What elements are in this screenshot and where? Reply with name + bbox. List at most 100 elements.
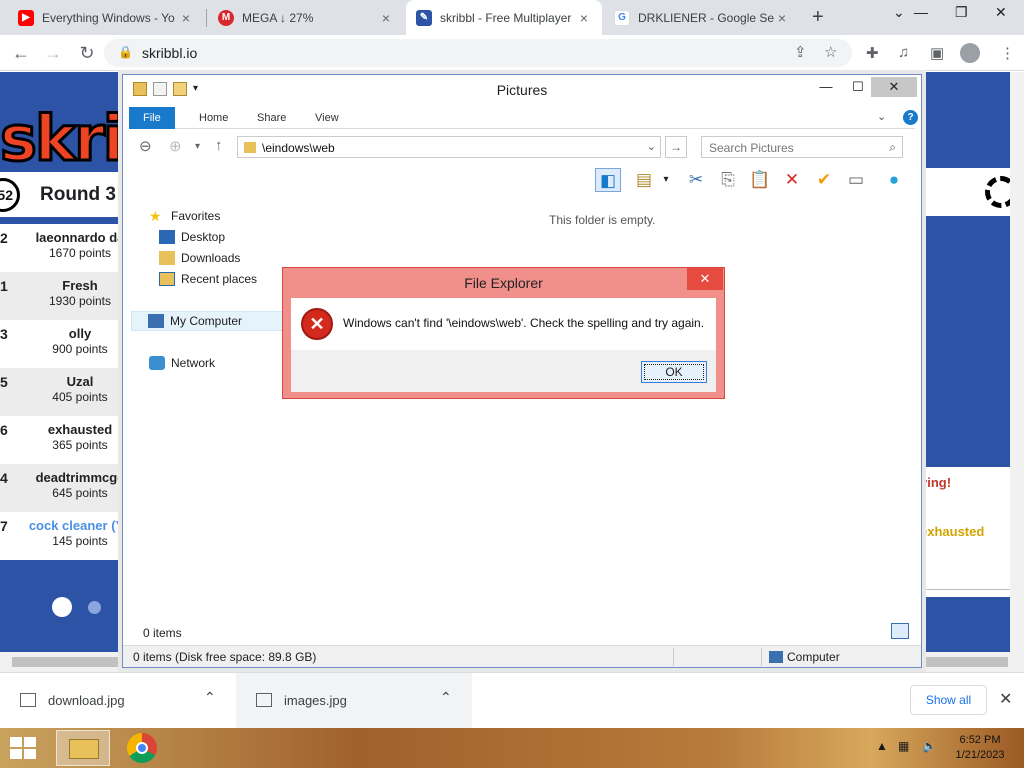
expand-ribbon-icon[interactable]: ⌄ bbox=[877, 110, 886, 123]
player-row[interactable]: 6 exhausted 365 points bbox=[0, 416, 125, 464]
media-control-icon[interactable]: ♫ bbox=[898, 44, 909, 61]
back-icon[interactable]: ⊖ bbox=[139, 137, 152, 155]
close-icon[interactable]: ✕ bbox=[999, 689, 1012, 709]
details-view-icon[interactable] bbox=[869, 623, 887, 639]
nav-desktop[interactable]: Desktop bbox=[159, 230, 225, 244]
maximize-icon[interactable]: ☐ bbox=[843, 77, 873, 97]
share-icon[interactable]: ⇪ bbox=[794, 43, 807, 61]
nav-label: Favorites bbox=[171, 209, 221, 223]
nav-label: Recent places bbox=[181, 272, 258, 286]
chrome-taskbar-icon[interactable] bbox=[116, 730, 170, 766]
cut-icon[interactable]: ✂ bbox=[683, 168, 709, 192]
tab-mega[interactable]: M MEGA ↓ 27% × bbox=[208, 0, 404, 35]
extensions-icon[interactable]: ✚ bbox=[866, 44, 879, 62]
side-panel-icon[interactable]: ▣ bbox=[930, 44, 944, 62]
tab-home[interactable]: Home bbox=[185, 107, 242, 129]
close-icon[interactable]: ✕ bbox=[871, 77, 917, 97]
player-row[interactable]: 1 Fresh 1930 points bbox=[0, 272, 125, 320]
chevron-up-icon[interactable]: ⌃ bbox=[204, 689, 216, 706]
chevron-down-icon[interactable]: ⌄ bbox=[647, 140, 656, 153]
nav-favorites[interactable]: ★ Favorites bbox=[149, 209, 220, 223]
windows-start-icon[interactable] bbox=[10, 737, 38, 759]
player-row[interactable]: 3 olly 900 points bbox=[0, 320, 125, 368]
player-row-self[interactable]: 7 cock cleaner (Yo 145 points bbox=[0, 512, 131, 560]
player-row[interactable]: 2 laeonnardo da 1670 points bbox=[0, 224, 125, 272]
close-tab-icon[interactable]: × bbox=[378, 10, 394, 26]
nav-label: Network bbox=[171, 356, 216, 370]
mega-icon: M bbox=[218, 9, 234, 26]
close-window-icon[interactable]: ✕ bbox=[995, 4, 1007, 21]
address-row: ⊖ ⊕ ▾ ↑ \eindows\web ⌄ → Search Pictures… bbox=[129, 133, 915, 161]
forward-icon[interactable]: → bbox=[40, 40, 66, 66]
system-clock[interactable]: 6:52 PM 1/21/2023 bbox=[948, 733, 1012, 763]
up-icon[interactable]: ↑ bbox=[215, 137, 223, 154]
nav-my-computer[interactable]: My Computer bbox=[131, 311, 289, 331]
download-item[interactable]: images.jpg ⌃ bbox=[236, 673, 472, 729]
forward-icon[interactable]: ⊕ bbox=[169, 137, 182, 155]
status-bar: 0 items (Disk free space: 89.8 GB) Compu… bbox=[123, 645, 921, 667]
nav-network[interactable]: Network bbox=[149, 356, 215, 370]
properties-card-icon[interactable]: ▭ bbox=[843, 168, 869, 192]
chevron-up-icon[interactable]: ⌃ bbox=[440, 689, 452, 706]
dialog-body: ✕ Windows can't find '\eindows\web'. Che… bbox=[291, 298, 716, 350]
tab-share[interactable]: Share bbox=[243, 107, 300, 129]
delete-icon[interactable]: ✕ bbox=[779, 168, 805, 192]
menu-icon[interactable]: ⋮ bbox=[1000, 44, 1015, 62]
copy-icon[interactable]: ⎘ bbox=[715, 168, 741, 192]
tab-view[interactable]: View bbox=[301, 107, 353, 129]
address-field[interactable]: \eindows\web ⌄ bbox=[237, 136, 661, 158]
preview-pane-icon[interactable]: ◧ bbox=[595, 168, 621, 192]
minimize-icon[interactable]: — bbox=[811, 77, 841, 97]
close-icon[interactable]: ✕ bbox=[687, 268, 723, 290]
download-item[interactable]: download.jpg ⌃ bbox=[0, 673, 236, 729]
rename-check-icon[interactable]: ✔ bbox=[811, 168, 837, 192]
reload-icon[interactable]: ↻ bbox=[74, 40, 100, 66]
large-icons-view-icon[interactable] bbox=[891, 623, 909, 639]
tab-title: skribbl - Free Multiplayer bbox=[440, 10, 572, 25]
recent-locations-icon[interactable]: ▾ bbox=[195, 141, 200, 152]
explorer-title: Pictures bbox=[496, 82, 548, 98]
paste-icon[interactable]: 📋 bbox=[747, 168, 773, 192]
tab-file[interactable]: File bbox=[129, 107, 175, 129]
minimize-icon[interactable]: — bbox=[914, 4, 928, 20]
search-input[interactable]: Search Pictures ⌕ bbox=[701, 136, 903, 158]
carousel-dot-active[interactable] bbox=[52, 597, 72, 617]
tab-youtube[interactable]: ▶ Everything Windows - Yo × bbox=[8, 0, 204, 35]
chevron-down-icon[interactable]: ▾ bbox=[653, 168, 679, 192]
ok-button[interactable]: OK bbox=[641, 361, 707, 383]
settings-gear-icon[interactable] bbox=[985, 176, 1010, 208]
new-tab-icon[interactable]: + bbox=[812, 6, 824, 29]
close-tab-icon[interactable]: × bbox=[178, 10, 194, 26]
tab-skribbl[interactable]: ✎ skribbl - Free Multiplayer × bbox=[406, 0, 602, 35]
scroll-thumb[interactable] bbox=[918, 657, 1008, 667]
show-hidden-icons-icon[interactable]: ▲ bbox=[876, 739, 888, 753]
page-vertical-scrollbar[interactable] bbox=[1010, 72, 1024, 652]
scroll-thumb[interactable] bbox=[12, 657, 122, 667]
file-explorer-taskbar-icon[interactable] bbox=[56, 730, 110, 766]
profile-avatar[interactable] bbox=[960, 43, 980, 63]
nav-recent-places[interactable]: Recent places bbox=[159, 272, 257, 286]
tab-google[interactable]: G DRKLIENER - Google Sea × bbox=[604, 0, 800, 35]
volume-icon[interactable]: 🔈 bbox=[922, 739, 937, 753]
explorer-title-bar[interactable]: ▾ Pictures — ☐ ✕ bbox=[123, 75, 921, 105]
bookmark-star-icon[interactable]: ☆ bbox=[824, 43, 837, 61]
close-tab-icon[interactable]: × bbox=[576, 10, 592, 26]
tab-search-chevron-icon[interactable]: ⌄ bbox=[893, 4, 905, 21]
dialog-title: File Explorer bbox=[464, 275, 543, 291]
globe-icon[interactable]: ● bbox=[881, 168, 907, 192]
close-tab-icon[interactable]: × bbox=[774, 10, 790, 26]
restore-icon[interactable]: ❐ bbox=[955, 4, 968, 21]
player-row[interactable]: 4 deadtrimmcge 645 points bbox=[0, 464, 125, 512]
carousel-dot[interactable] bbox=[88, 601, 101, 614]
network-status-icon[interactable]: ▦ bbox=[898, 739, 909, 753]
dialog-footer: OK bbox=[291, 350, 716, 392]
back-icon[interactable]: ← bbox=[8, 40, 34, 66]
navigation-pane: ★ Favorites Desktop Downloads Recent pla… bbox=[129, 197, 289, 637]
player-row[interactable]: 5 Uzal 405 points bbox=[0, 368, 125, 416]
lock-icon[interactable]: 🔒 bbox=[118, 45, 133, 59]
address-bar[interactable]: 🔒 skribbl.io ⇪ ☆ bbox=[104, 39, 852, 67]
go-arrow-icon[interactable]: → bbox=[665, 136, 687, 158]
help-icon[interactable]: ? bbox=[903, 110, 918, 125]
nav-downloads[interactable]: Downloads bbox=[159, 251, 240, 265]
show-all-button[interactable]: Show all bbox=[910, 685, 987, 715]
